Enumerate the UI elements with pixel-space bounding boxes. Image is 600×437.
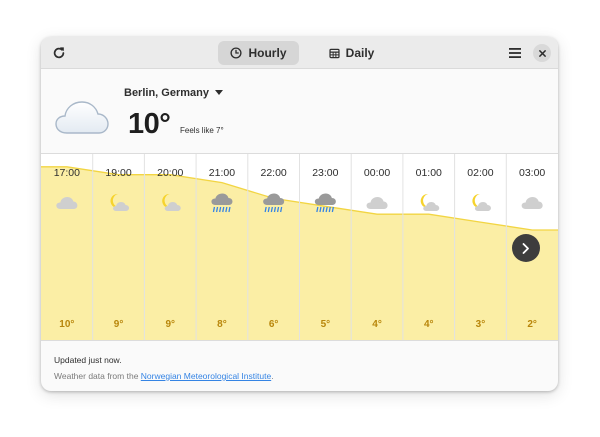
- header-bar: Hourly Daily: [41, 37, 558, 69]
- close-icon: [538, 49, 546, 57]
- cloud-icon: [55, 101, 109, 134]
- source-link[interactable]: Norwegian Meteorological Institute: [141, 371, 271, 381]
- temperature-label: 8°: [217, 319, 227, 330]
- temperature-label: 10°: [59, 319, 74, 330]
- updated-status: Updated just now.: [54, 355, 122, 365]
- temperature-label: 5°: [321, 319, 331, 330]
- refresh-icon: [53, 47, 65, 59]
- refresh-button[interactable]: [47, 41, 71, 65]
- hourly-chart: 17:00 10° 19:00 9° 20:00 9° 21:00 8° 22:00 6° 23:0…: [41, 154, 558, 340]
- chevron-right-icon: [522, 242, 529, 254]
- temperature-label: 4°: [424, 319, 434, 330]
- temperature-label: 4°: [372, 319, 382, 330]
- temperature-label: 9°: [165, 319, 175, 330]
- hour-label: 20:00: [157, 167, 183, 179]
- hour-label: 02:00: [467, 167, 493, 179]
- hour-label: 17:00: [54, 167, 80, 179]
- hour-label: 01:00: [416, 167, 442, 179]
- hour-label: 23:00: [312, 167, 338, 179]
- tab-daily[interactable]: Daily: [311, 41, 392, 65]
- hour-label: 21:00: [209, 167, 235, 179]
- hour-label: 03:00: [519, 167, 545, 179]
- chevron-down-icon: [214, 90, 223, 95]
- data-source: Weather data from the Norwegian Meteorol…: [54, 371, 274, 381]
- hourly-forecast[interactable]: 17:00 10° 19:00 9° 20:00 9° 21:00 8° 22:00 6° 23:0…: [41, 153, 558, 341]
- overcast-icon: [366, 197, 388, 209]
- temperature-label: 9°: [114, 319, 124, 330]
- temperature-label: 2°: [527, 319, 537, 330]
- tab-daily-label: Daily: [345, 46, 375, 60]
- partly-cloudy-night-icon: [472, 193, 491, 211]
- overcast-icon: [521, 197, 543, 209]
- source-suffix: .: [271, 371, 274, 381]
- hour-label: 22:00: [261, 167, 287, 179]
- close-button[interactable]: [533, 44, 551, 62]
- weather-window: Hourly Daily Berlin, Germany 10° Feels l…: [41, 37, 558, 391]
- footer: Updated just now. Weather data from the …: [54, 355, 274, 381]
- tab-hourly[interactable]: Hourly: [218, 41, 299, 65]
- source-prefix: Weather data from the: [54, 371, 141, 381]
- temperature-label: 6°: [269, 319, 279, 330]
- current-temperature: 10°: [128, 108, 171, 140]
- temperature-label: 3°: [476, 319, 486, 330]
- tab-hourly-label: Hourly: [248, 46, 287, 60]
- hamburger-menu-icon: [509, 48, 521, 58]
- scroll-next-button[interactable]: [512, 234, 540, 262]
- location-selector[interactable]: Berlin, Germany: [124, 87, 223, 99]
- main-menu-button[interactable]: [504, 42, 526, 64]
- hour-label: 19:00: [105, 167, 131, 179]
- location-label: Berlin, Germany: [124, 87, 209, 99]
- current-conditions: Berlin, Germany 10°: [41, 70, 558, 154]
- clock-icon: [230, 47, 243, 59]
- calendar-icon: [329, 48, 340, 58]
- partly-cloudy-night-icon: [420, 193, 440, 211]
- feels-like-label: Feels like 7°: [180, 126, 224, 135]
- hour-label: 00:00: [364, 167, 390, 179]
